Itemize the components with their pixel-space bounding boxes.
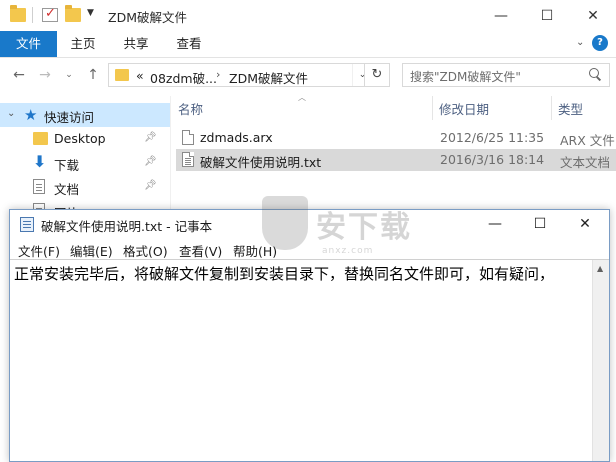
file-type: 文本文档: [560, 155, 611, 170]
menu-edit[interactable]: 编辑(E): [70, 241, 113, 260]
menu-file[interactable]: 文件(F): [18, 241, 60, 260]
sidebar-item-label: 快速访问: [44, 110, 95, 125]
customize-toolbar-chevron-icon[interactable]: ▼: [87, 8, 94, 18]
close-button[interactable]: ✕: [570, 0, 616, 31]
table-row[interactable]: 破解文件使用说明.txt 2016/3/16 18:14 文本文档: [176, 149, 616, 171]
column-header-date[interactable]: 修改日期: [439, 99, 489, 118]
notepad-content: 正常安装完毕后，将破解文件复制到安装目录下，替换同名文件即可，如有疑问，: [14, 265, 555, 283]
file-type: ARX 文件: [560, 133, 615, 148]
tab-home[interactable]: 主页: [62, 31, 104, 57]
document-icon: [33, 179, 45, 194]
sidebar-item-label: Desktop: [54, 131, 106, 146]
tab-file[interactable]: 文件: [0, 31, 57, 57]
sidebar-item-label: 文档: [54, 182, 80, 197]
folder-icon: [115, 69, 129, 81]
menu-format[interactable]: 格式(O): [123, 241, 168, 260]
explorer-titlebar: ▼ ZDM破解文件 — ☐ ✕: [0, 0, 616, 31]
breadcrumb-chevron-icon[interactable]: ›: [216, 68, 220, 81]
column-separator[interactable]: [551, 96, 552, 120]
file-icon: [182, 130, 194, 145]
folder-icon: [33, 132, 48, 145]
table-row[interactable]: zdmads.arx 2012/6/25 11:35 ARX 文件: [176, 127, 616, 149]
minimize-button[interactable]: —: [472, 210, 518, 238]
navigation-pane: ⌄ ★ 快速访问 Desktop 📌︎ ⬇ 下载 📌︎ 文档 📌︎ 图片: [0, 96, 170, 216]
maximize-button[interactable]: ☐: [524, 0, 570, 31]
quick-access-separator: [32, 7, 33, 23]
search-input[interactable]: 搜索"ZDM破解文件": [402, 63, 610, 87]
menu-help[interactable]: 帮助(H): [233, 241, 277, 260]
file-name: zdmads.arx: [200, 130, 273, 145]
pane-divider: [170, 96, 171, 210]
notepad-text-area[interactable]: 正常安装完毕后，将破解文件复制到安装目录下，替换同名文件即可，如有疑问， ▲: [10, 259, 609, 461]
column-header-name[interactable]: 名称: [178, 99, 203, 118]
sidebar-item-desktop[interactable]: Desktop 📌︎: [0, 127, 170, 151]
pin-icon: 📌︎: [144, 132, 157, 143]
close-button[interactable]: ✕: [562, 210, 608, 238]
expand-ribbon-chevron-icon[interactable]: ⌄: [576, 37, 584, 48]
sort-ascending-icon: ︿: [298, 93, 306, 102]
tab-share[interactable]: 共享: [115, 31, 157, 57]
folder-icon: [10, 5, 26, 22]
notepad-menubar: 文件(F) 编辑(E) 格式(O) 查看(V) 帮助(H): [10, 238, 609, 259]
tab-view[interactable]: 查看: [168, 31, 210, 57]
star-icon: ★: [24, 106, 38, 124]
pin-icon: 📌︎: [144, 156, 157, 167]
refresh-button[interactable]: ↻: [364, 63, 390, 87]
column-separator[interactable]: [432, 96, 433, 120]
sidebar-item-downloads[interactable]: ⬇ 下载 📌︎: [0, 151, 170, 175]
window-title: ZDM破解文件: [108, 10, 187, 25]
breadcrumb-segment[interactable]: 08zdm破...: [150, 68, 217, 87]
recent-locations-chevron-icon[interactable]: ⌄: [60, 66, 78, 84]
sidebar-item-quick-access[interactable]: ⌄ ★ 快速访问: [0, 103, 170, 127]
sidebar-item-label: 下载: [54, 158, 80, 173]
maximize-button[interactable]: ☐: [517, 210, 563, 238]
file-date: 2012/6/25 11:35: [440, 130, 545, 145]
forward-arrow-icon[interactable]: →: [36, 66, 54, 84]
search-placeholder: 搜索"ZDM破解文件": [410, 70, 521, 84]
file-name: 破解文件使用说明.txt: [200, 155, 322, 170]
scroll-up-icon[interactable]: ▲: [597, 264, 603, 273]
sidebar-item-documents[interactable]: 文档 📌︎: [0, 175, 170, 199]
column-header-type[interactable]: 类型: [558, 99, 583, 118]
expand-chevron-icon[interactable]: ⌄: [7, 108, 15, 119]
pin-icon: 📌︎: [144, 180, 157, 191]
breadcrumb-segment[interactable]: ZDM破解文件: [229, 68, 308, 87]
properties-icon[interactable]: [42, 6, 58, 22]
vertical-scrollbar[interactable]: ▲: [592, 260, 609, 461]
notepad-icon: [20, 217, 34, 232]
ribbon-tabs: 文件 主页 共享 查看: [0, 31, 616, 57]
notepad-window: 破解文件使用说明.txt - 记事本 — ☐ ✕ 文件(F) 编辑(E) 格式(…: [9, 209, 610, 462]
minimize-button[interactable]: —: [478, 0, 524, 31]
search-icon: [589, 68, 601, 80]
file-date: 2016/3/16 18:14: [440, 152, 545, 167]
help-icon[interactable]: ?: [592, 35, 608, 51]
address-bar[interactable]: « 08zdm破... › ZDM破解文件 ⌄: [108, 63, 390, 87]
up-arrow-icon[interactable]: ↑: [84, 66, 102, 84]
menu-view[interactable]: 查看(V): [179, 241, 222, 260]
text-file-icon: [182, 152, 194, 167]
new-folder-icon[interactable]: [65, 5, 81, 22]
address-overflow[interactable]: «: [136, 68, 144, 83]
back-arrow-icon[interactable]: ←: [10, 66, 28, 84]
download-icon: ⬇: [33, 152, 47, 171]
notepad-title: 破解文件使用说明.txt - 记事本: [41, 219, 213, 234]
notepad-titlebar: 破解文件使用说明.txt - 记事本 — ☐ ✕: [10, 210, 609, 238]
